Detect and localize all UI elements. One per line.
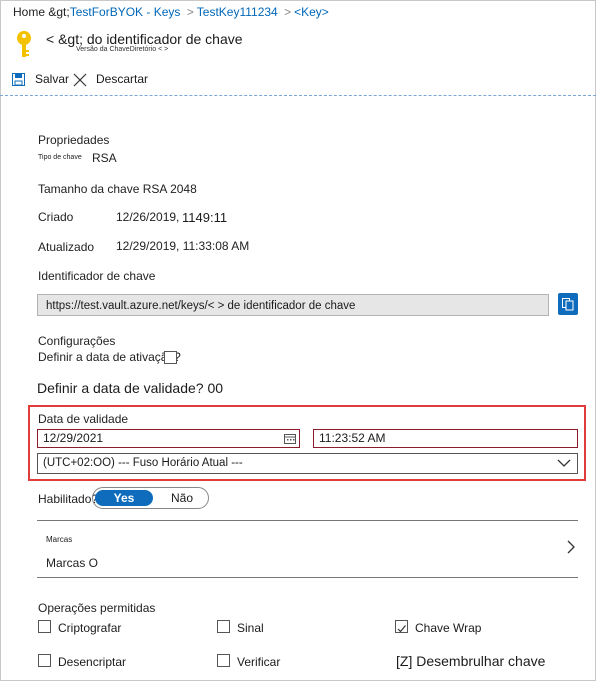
updated-label: Atualizado <box>38 240 95 254</box>
tags-small-label: Marcas <box>46 535 73 544</box>
created-time: 1149:11 <box>182 210 228 225</box>
breadcrumb-key[interactable]: TestKey111234 <box>197 5 278 19</box>
toolbar-divider <box>0 95 596 96</box>
activation-label: Definir a data de ativação? <box>38 350 181 364</box>
key-icon <box>17 31 31 57</box>
chevron-down-icon <box>557 459 571 467</box>
divider <box>37 577 578 578</box>
toggle-no[interactable]: Não <box>171 490 193 506</box>
settings-heading: Configurações <box>38 334 116 348</box>
save-button[interactable]: Salvar <box>35 72 69 86</box>
discard-button[interactable]: Descartar <box>96 72 148 86</box>
activation-checkbox[interactable] <box>164 351 177 364</box>
discard-icon[interactable] <box>73 73 87 87</box>
encrypt-checkbox[interactable] <box>38 620 51 633</box>
decrypt-label: Desencriptar <box>58 655 127 669</box>
created-label: Criado <box>38 210 74 224</box>
calendar-icon[interactable] <box>284 433 296 444</box>
expiry-date-input[interactable]: 12/29/2021 <box>37 429 300 448</box>
properties-heading: Propriedades <box>38 133 110 147</box>
breadcrumb-separator: > <box>284 5 292 19</box>
wrap-key-label: Chave Wrap <box>415 621 482 635</box>
key-id-field[interactable]: https://test.vault.azure.net/keys/< > de… <box>37 294 549 316</box>
verify-checkbox[interactable] <box>217 654 230 667</box>
enabled-toggle[interactable]: Yes Não <box>92 487 209 509</box>
expiry-label: Data de validade <box>38 412 129 426</box>
wrap-key-checkbox[interactable] <box>395 620 408 633</box>
save-icon[interactable] <box>12 73 25 86</box>
unwrap-key-label[interactable]: [Z] Desembrulhar chave <box>396 653 545 669</box>
toggle-yes[interactable]: Yes <box>95 490 153 506</box>
decrypt-checkbox[interactable] <box>38 654 51 667</box>
breadcrumb: Home &gt;TestForBYOK - Keys > TestKey1112… <box>13 5 329 19</box>
updated-value: 12/29/2019, 11:33:08 AM <box>116 239 250 253</box>
copy-icon <box>562 298 574 311</box>
sign-label: Sinal <box>237 621 264 635</box>
key-size: Tamanho da chave RSA 2048 <box>38 182 197 196</box>
sign-checkbox[interactable] <box>217 620 230 633</box>
key-id-label: Identificador de chave <box>38 269 156 283</box>
breadcrumb-keys[interactable]: TestForBYOK - Keys <box>70 5 181 19</box>
tags-value: Marcas O <box>46 556 99 570</box>
breadcrumb-version[interactable]: <Key> <box>294 5 329 19</box>
encrypt-label: Criptografar <box>58 621 122 635</box>
breadcrumb-separator: > <box>186 5 194 19</box>
enabled-label: Habilitado? <box>38 492 99 506</box>
operations-heading: Operações permitidas <box>38 601 156 615</box>
verify-label: Verificar <box>237 655 281 669</box>
page-subtitle: Versão da ChaveDiretório < > <box>76 46 169 53</box>
breadcrumb-home[interactable]: Home &gt; <box>13 5 70 19</box>
checkmark-icon <box>397 625 406 633</box>
divider <box>37 520 578 521</box>
chevron-right-icon[interactable] <box>567 540 575 554</box>
page-title: < &gt; do identificador de chave <box>46 31 243 47</box>
created-value: 12/26/2019, <box>116 210 180 224</box>
copy-button[interactable] <box>558 293 578 315</box>
key-type-label: Tipo de chave <box>38 154 82 161</box>
expiry-question: Definir a data de validade? 00 <box>37 380 224 396</box>
timezone-value: (UTC+02:OO) --- Fuso Horário Atual --- <box>43 457 243 469</box>
timezone-select[interactable]: (UTC+02:OO) --- Fuso Horário Atual --- <box>37 453 578 474</box>
key-type-value: RSA <box>92 151 117 165</box>
expiry-time-input[interactable]: 11:23:52 AM <box>313 429 578 448</box>
